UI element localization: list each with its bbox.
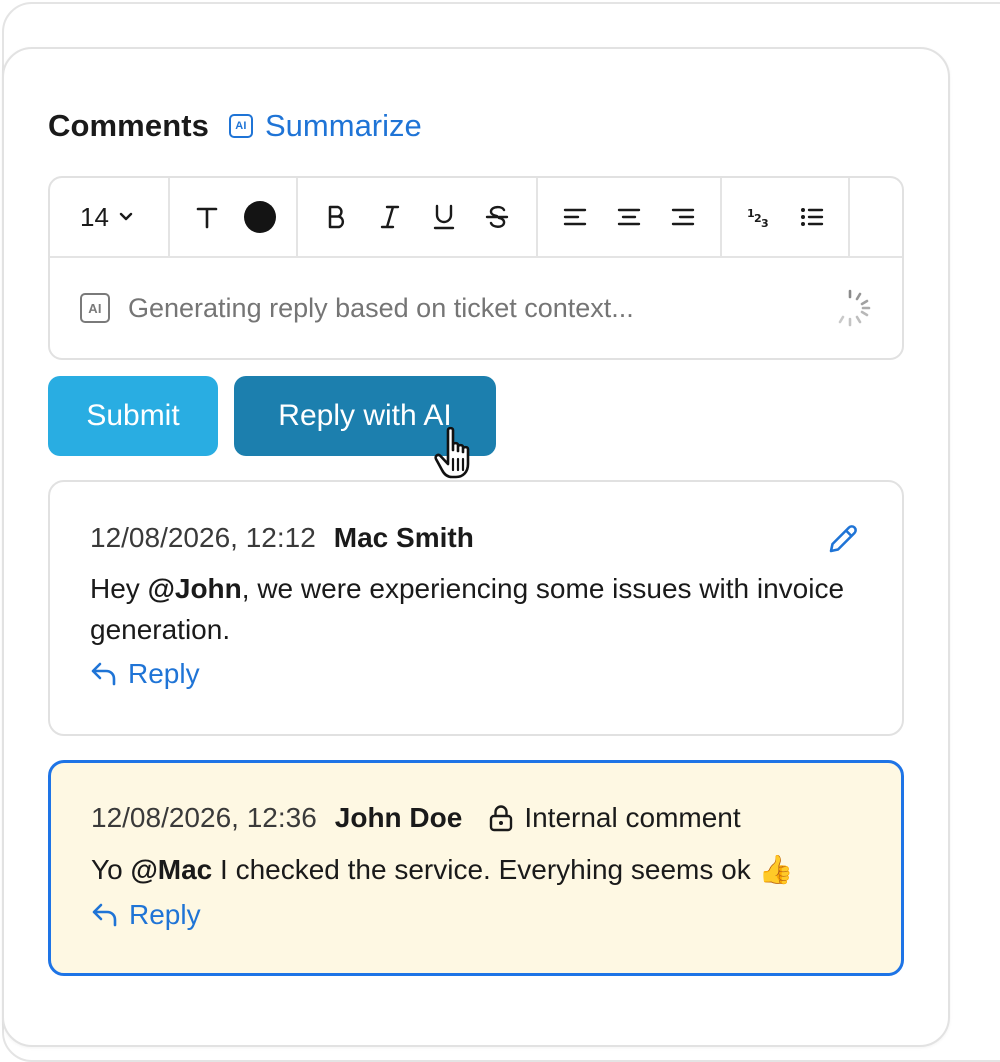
reply-button[interactable]: Reply <box>90 658 200 690</box>
reply-arrow-icon <box>92 903 117 927</box>
comment-timestamp: 12/08/2026, 12:12 <box>90 522 316 553</box>
comment-editor: 14 1 2 3 AI Generating reply based on ti… <box>48 176 904 360</box>
comment-text: Yo <box>91 854 131 885</box>
bold-icon <box>328 205 344 229</box>
comment-text: Hey <box>90 573 148 604</box>
italic-icon <box>381 205 400 229</box>
numbered-list-icon: 1 2 3 <box>747 207 769 229</box>
numbered-list-button[interactable]: 1 2 3 <box>739 197 779 237</box>
pencil-icon[interactable] <box>826 522 860 556</box>
bold-button[interactable] <box>317 197 357 237</box>
align-left-icon <box>563 208 587 226</box>
reply-arrow-icon <box>91 662 116 686</box>
text-style-button[interactable] <box>187 197 227 237</box>
text-color-button[interactable] <box>240 197 280 237</box>
comment-text: I checked the service. Everyhing seems o… <box>212 854 794 885</box>
align-center-icon <box>617 208 641 226</box>
align-left-button[interactable] <box>555 197 595 237</box>
strikethrough-button[interactable] <box>477 197 517 237</box>
underline-button[interactable] <box>424 197 464 237</box>
bulleted-list-button[interactable] <box>792 197 832 237</box>
ai-icon: AI <box>80 293 110 323</box>
internal-comment-badge: Internal comment <box>488 802 741 834</box>
font-size-select[interactable]: 14 <box>80 202 133 233</box>
font-size-value: 14 <box>80 201 109 232</box>
internal-comment-label: Internal comment <box>524 802 741 833</box>
submit-button[interactable]: Submit <box>48 376 218 456</box>
loading-spinner-icon <box>838 289 871 327</box>
ai-icon: AI <box>229 114 253 138</box>
hand-pointer-icon <box>434 426 470 479</box>
internal-comment-card: 12/08/2026, 12:36 John Doe Internal comm… <box>48 760 904 976</box>
text-color-swatch <box>243 201 276 233</box>
mention-link[interactable]: @John <box>148 573 242 604</box>
summarize-label: Summarize <box>265 108 422 143</box>
underline-icon <box>433 204 454 230</box>
bulleted-list-icon <box>800 208 823 226</box>
lock-icon <box>490 805 513 832</box>
reply-label: Reply <box>129 899 201 930</box>
formatting-toolbar: 14 1 2 3 <box>50 178 902 258</box>
mention-link[interactable]: @Mac <box>130 854 212 885</box>
comment-author: Mac Smith <box>333 522 474 553</box>
comment-timestamp: 12/08/2026, 12:36 <box>91 802 317 833</box>
align-center-button[interactable] <box>609 197 649 237</box>
comment-author: John Doe <box>334 802 463 833</box>
page-title: Comments <box>48 108 209 143</box>
comment-meta: 12/08/2026, 12:36 John Doe Internal comm… <box>91 802 741 834</box>
comment-body: Hey @John, we were experiencing some iss… <box>90 568 850 650</box>
reply-label: Reply <box>128 658 200 689</box>
align-right-button[interactable] <box>663 197 703 237</box>
chevron-down-icon <box>119 212 133 221</box>
italic-button[interactable] <box>370 197 410 237</box>
summarize-button[interactable]: AI Summarize <box>229 108 422 144</box>
generating-placeholder: Generating reply based on ticket context… <box>128 292 634 323</box>
reply-button[interactable]: Reply <box>91 899 201 931</box>
comment-input[interactable]: AI Generating reply based on ticket cont… <box>80 286 872 330</box>
svg-text:3: 3 <box>761 217 769 229</box>
strikethrough-icon <box>486 205 509 228</box>
text-style-icon <box>196 207 217 229</box>
comment-body: Yo @Mac I checked the service. Everyhing… <box>91 849 851 890</box>
align-right-icon <box>671 208 695 226</box>
comments-header: Comments AI Summarize <box>48 104 422 148</box>
comment-meta: 12/08/2026, 12:12 Mac Smith <box>90 522 474 554</box>
comment-card: 12/08/2026, 12:12 Mac Smith Hey @John, w… <box>48 480 904 736</box>
